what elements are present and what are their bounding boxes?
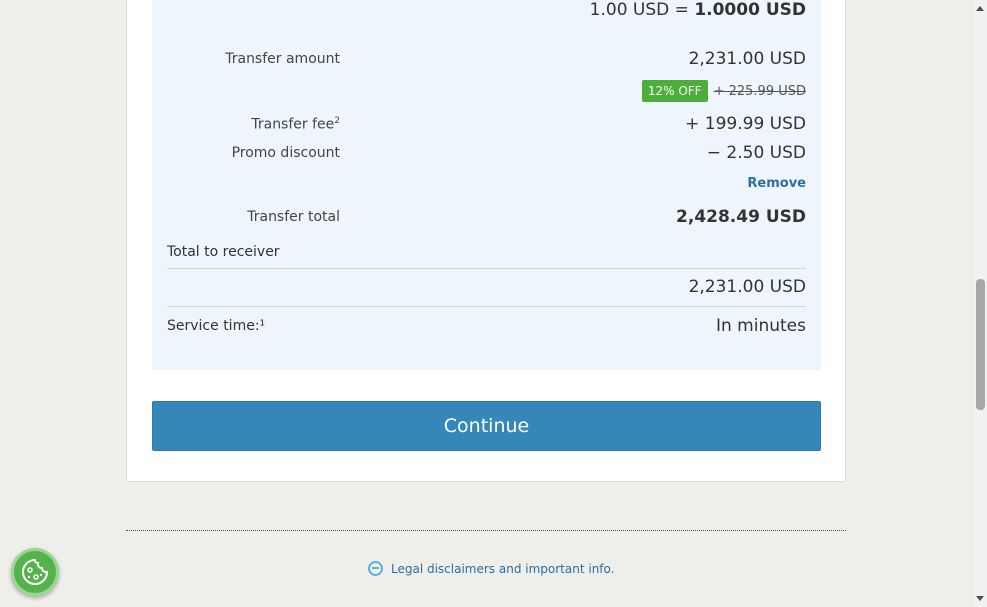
total-to-receiver-value: 2,231.00 USD — [688, 277, 806, 297]
transfer-fee-footnote: 2 — [334, 116, 340, 126]
fee-discount-row: 12% OFF + 225.99 USD — [641, 80, 806, 102]
transfer-fee-label-text: Transfer fee — [251, 116, 335, 133]
discount-badge: 12% OFF — [641, 80, 708, 102]
exchange-rate-value: 1.0000 USD — [694, 0, 806, 20]
transfer-amount-label: Transfer amount — [225, 51, 340, 67]
total-to-receiver-label: Total to receiver — [167, 244, 280, 260]
minus-circle-icon — [368, 561, 383, 576]
transfer-summary-card: 1.00 USD = 1.0000 USD Transfer amount 2,… — [126, 0, 846, 482]
legal-disclaimers-text: Legal disclaimers and important info. — [391, 561, 615, 576]
legal-disclaimers-link[interactable]: Legal disclaimers and important info. — [368, 561, 614, 576]
vertical-scrollbar[interactable] — [972, 0, 987, 607]
cookie-icon — [22, 558, 49, 585]
footer-separator — [126, 530, 846, 531]
remove-promo-link[interactable]: Remove — [747, 176, 806, 191]
exchange-rate: 1.00 USD = 1.0000 USD — [590, 0, 806, 20]
promo-discount-label: Promo discount — [231, 145, 340, 161]
cookie-settings-button[interactable] — [11, 548, 59, 596]
scroll-down-arrow-icon[interactable] — [976, 596, 984, 601]
transfer-total-value: 2,428.49 USD — [676, 207, 806, 227]
service-time-value: In minutes — [715, 316, 806, 336]
divider — [167, 268, 806, 269]
continue-button[interactable]: Continue — [152, 401, 821, 451]
scrollbar-thumb[interactable] — [976, 279, 985, 410]
promo-discount-value: − 2.50 USD — [706, 143, 806, 163]
summary-panel: 1.00 USD = 1.0000 USD Transfer amount 2,… — [152, 0, 821, 370]
transfer-fee-value: + 199.99 USD — [685, 114, 806, 134]
divider — [167, 306, 806, 307]
scroll-up-arrow-icon[interactable] — [976, 6, 984, 11]
original-fee: + 225.99 USD — [713, 83, 806, 99]
transfer-amount-value: 2,231.00 USD — [688, 49, 806, 69]
service-time-label: Service time:¹ — [167, 318, 266, 334]
exchange-rate-prefix: 1.00 USD = — [589, 0, 695, 20]
transfer-fee-label: Transfer fee2 — [251, 116, 340, 133]
transfer-total-label: Transfer total — [247, 209, 340, 225]
